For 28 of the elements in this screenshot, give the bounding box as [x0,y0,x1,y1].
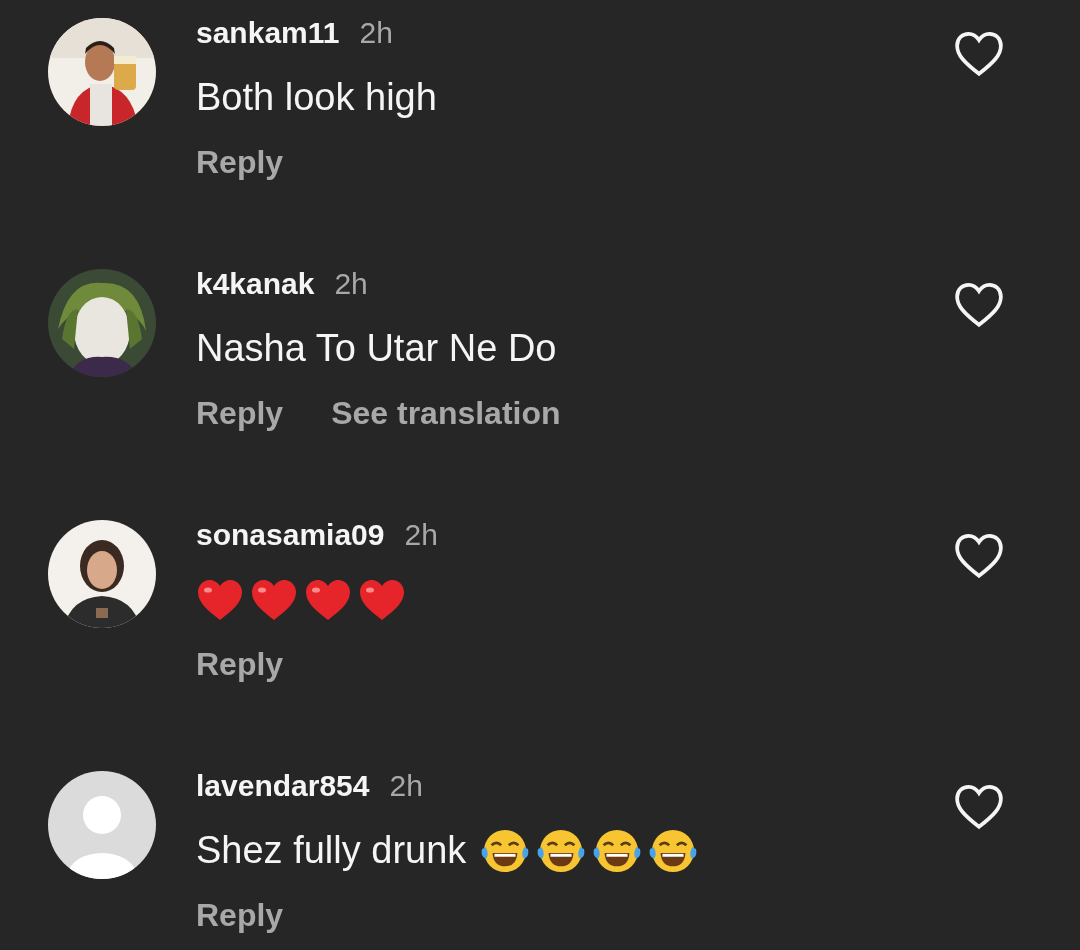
like-heart-icon[interactable] [954,30,1004,78]
heart-emoji-icon [358,577,406,622]
comment-text: Nasha To Utar Ne Do [196,327,557,370]
laughing-emoji-icon [536,827,587,874]
comment-time: 2h [389,768,423,803]
reply-link[interactable]: Reply [196,646,284,683]
heart-emoji-icon [196,577,244,622]
username[interactable]: sonasamia09 [196,517,385,552]
reply-link[interactable]: Reply [196,395,284,432]
laughing-emoji-icon [648,827,699,874]
comment-time: 2h [334,266,368,301]
username[interactable]: sankam11 [196,15,340,50]
heart-emoji-icon [304,577,352,622]
heart-emoji-icon [250,577,298,622]
comment-time: 2h [359,15,393,50]
laughing-emoji-icon [592,827,643,874]
comment-text: Shez fully drunk [196,829,467,872]
reply-link[interactable]: Reply [196,897,284,934]
username[interactable]: lavendar854 [196,768,370,803]
reply-link[interactable]: Reply [196,144,284,181]
like-heart-icon[interactable] [954,783,1004,831]
comment-time: 2h [404,517,438,552]
like-heart-icon[interactable] [954,532,1004,580]
like-heart-icon[interactable] [954,281,1004,329]
translation-link[interactable]: See translation [331,395,561,432]
comment-text: Both look high [196,76,437,119]
laughing-emoji-icon [480,827,531,874]
username[interactable]: k4kanak [196,266,315,301]
